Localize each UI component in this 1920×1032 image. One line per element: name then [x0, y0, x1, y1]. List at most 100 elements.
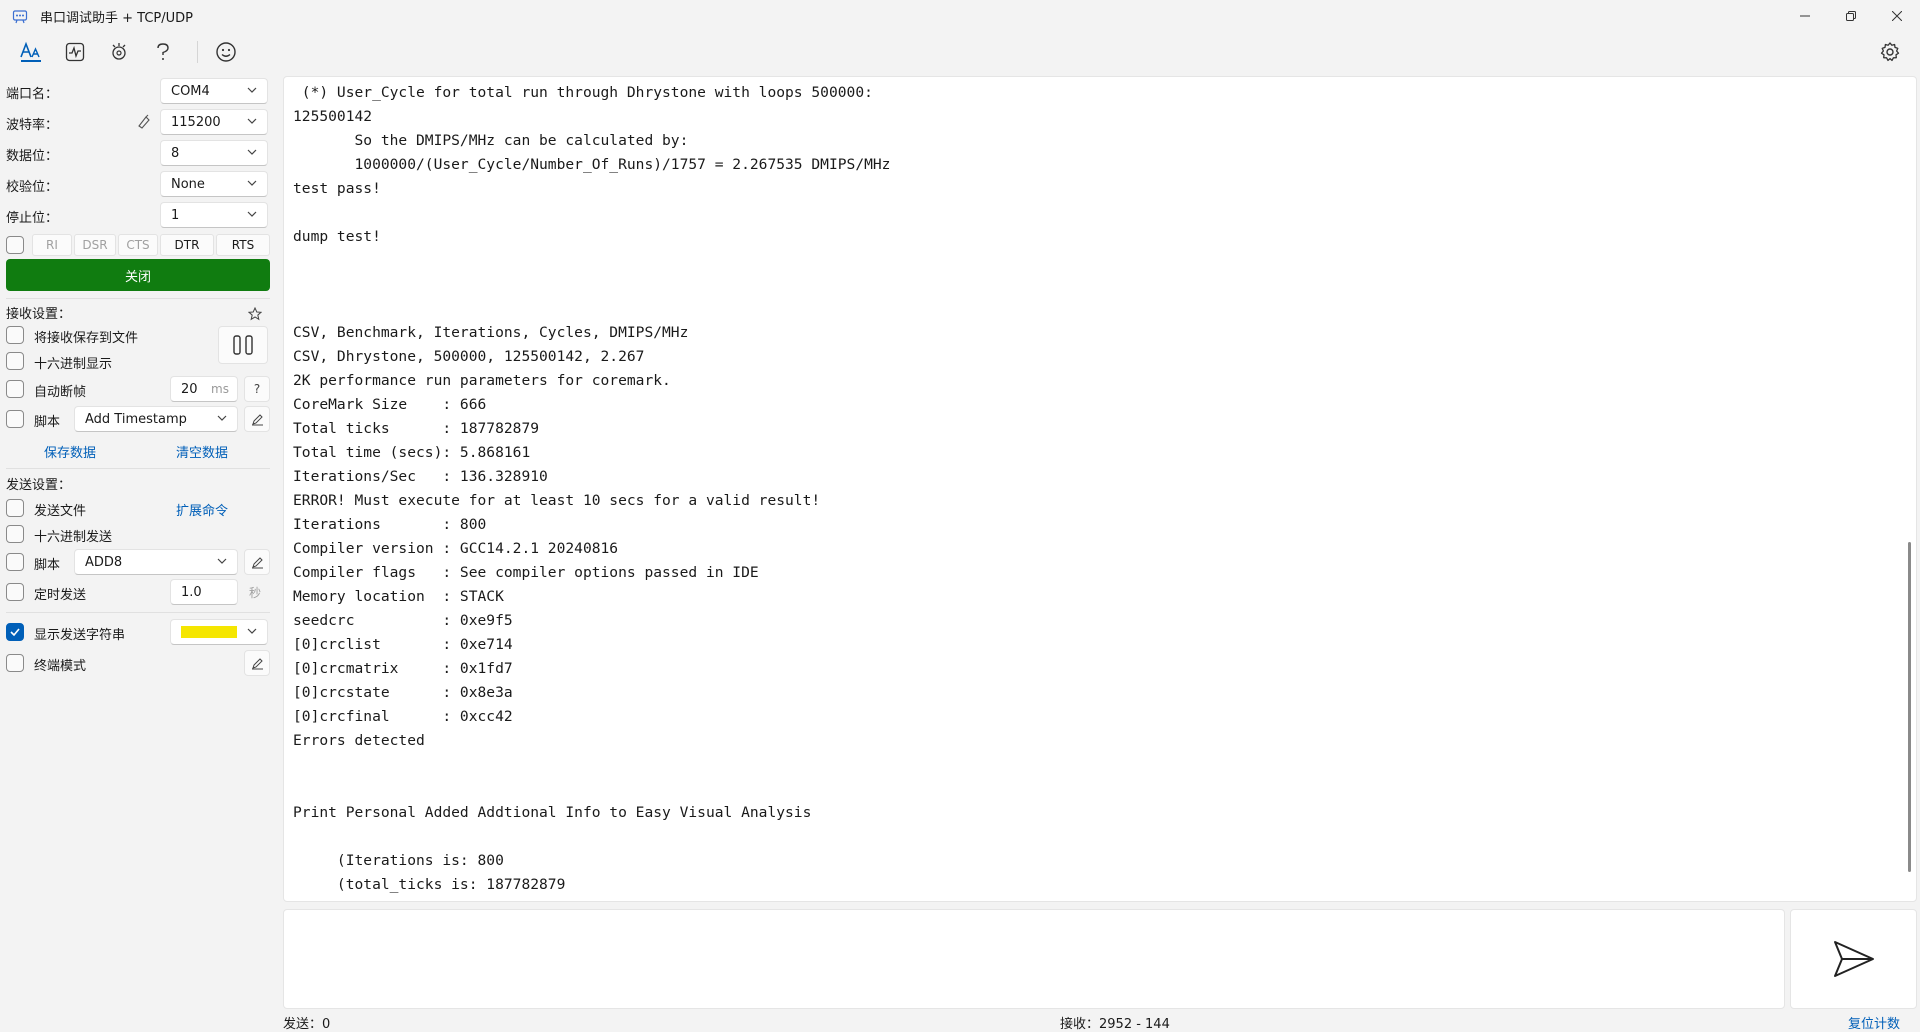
save-to-file-checkbox[interactable]: [6, 326, 24, 344]
sent-count: 发送：0: [283, 1017, 331, 1032]
extended-command-link[interactable]: 扩展命令: [176, 500, 228, 519]
rts-button[interactable]: RTS: [216, 234, 270, 256]
show-send-string-checkbox[interactable]: [6, 623, 24, 641]
plugin-button[interactable]: [99, 34, 139, 70]
hex-send-label: 十六进制发送: [34, 530, 113, 545]
receive-line: [0]crclist : 0xe714: [293, 636, 513, 653]
divider: [6, 298, 270, 299]
port-select[interactable]: COM4: [160, 78, 268, 104]
auto-frame-help-button[interactable]: ?: [244, 376, 270, 402]
edit-send-script-button[interactable]: [244, 549, 270, 575]
app-icon: [12, 10, 28, 24]
terminal-mode-checkbox[interactable]: [6, 654, 24, 672]
edit-receive-script-button[interactable]: [244, 406, 270, 432]
scrollbar[interactable]: [1908, 542, 1911, 872]
receive-area[interactable]: (*) User_Cycle for total run through Dhr…: [283, 76, 1917, 902]
emoji-button[interactable]: [206, 34, 246, 70]
receive-line: Compiler version : GCC14.2.1 20240816: [293, 540, 619, 557]
minimize-icon: [1800, 15, 1810, 17]
signal-cts: CTS: [118, 234, 158, 256]
signal-ri: RI: [32, 234, 72, 256]
pause-button[interactable]: [218, 326, 268, 364]
databits-select[interactable]: 8: [160, 140, 268, 166]
chevron-down-icon: [247, 628, 257, 634]
port-label: 端口名：: [6, 87, 59, 102]
color-swatch: [181, 626, 237, 638]
baud-select[interactable]: 115200: [160, 109, 268, 135]
receive-line: [293, 825, 890, 849]
receive-script-checkbox[interactable]: [6, 410, 24, 428]
restore-button[interactable]: [1828, 0, 1874, 32]
received-count: 接收：2952 - 144: [1060, 1017, 1170, 1032]
edit-icon: [251, 413, 263, 425]
send-script-label: 脚本: [34, 558, 61, 573]
terminal-mode-label: 终端模式: [34, 659, 87, 674]
receive-line: Compiler flags : See compiler options pa…: [293, 564, 759, 581]
send-button[interactable]: [1790, 909, 1917, 1009]
dtr-button[interactable]: DTR: [160, 234, 214, 256]
auto-frame-input[interactable]: 20 ms: [170, 376, 238, 402]
close-window-button[interactable]: [1874, 0, 1920, 32]
timed-send-input[interactable]: 1.0: [170, 579, 238, 605]
parity-select[interactable]: None: [160, 171, 268, 197]
brush-icon[interactable]: [136, 113, 152, 129]
hex-display-checkbox[interactable]: [6, 352, 24, 370]
baud-value: 115200: [171, 114, 221, 130]
waveform-button[interactable]: [55, 34, 95, 70]
receive-script-value: Add Timestamp: [85, 411, 187, 427]
auto-frame-checkbox[interactable]: [6, 380, 24, 398]
divider: [6, 612, 270, 613]
signal-row: RI DSR CTS DTR RTS: [6, 234, 270, 256]
auto-frame-unit: ms: [211, 382, 229, 396]
receive-line: (total_ticks is: 187782879: [293, 876, 566, 893]
edit-terminal-button[interactable]: [244, 650, 270, 676]
receive-line: test pass!: [293, 180, 381, 197]
signal-checkbox[interactable]: [6, 236, 24, 254]
edit-icon: [251, 657, 263, 669]
favorite-button[interactable]: [242, 301, 268, 327]
parity-value: None: [171, 176, 205, 192]
show-send-string-label: 显示发送字符串: [34, 628, 126, 643]
hex-send-checkbox[interactable]: [6, 525, 24, 543]
left-panel: 端口名： COM4 波特率： 115200 数据位： 8 校验位： None 停…: [0, 76, 276, 1032]
parity-label: 校验位：: [6, 180, 59, 195]
highlight-color-select[interactable]: [170, 619, 268, 645]
receive-line: So the DMIPS/MHz can be calculated by:: [293, 132, 689, 149]
receive-line: Iterations : 800: [293, 516, 487, 533]
receive-line: [0]crcmatrix : 0x1fd7: [293, 660, 513, 677]
text-mode-icon: [20, 41, 41, 62]
databits-value: 8: [171, 145, 180, 161]
send-script-select[interactable]: ADD8: [74, 549, 238, 575]
minimize-button[interactable]: [1782, 0, 1828, 32]
help-button[interactable]: [143, 34, 183, 70]
stopbits-select[interactable]: 1: [160, 202, 268, 228]
save-data-link[interactable]: 保存数据: [44, 442, 96, 461]
settings-button[interactable]: [1872, 34, 1908, 70]
restore-icon: [1846, 11, 1856, 21]
receive-line: seedcrc : 0xe9f5: [293, 612, 513, 629]
chevron-down-icon: [247, 87, 257, 93]
receive-line: (*) User_Cycle for total run through Dhr…: [293, 84, 873, 101]
clear-data-link[interactable]: 清空数据: [176, 442, 228, 461]
send-script-checkbox[interactable]: [6, 553, 24, 571]
timed-send-checkbox[interactable]: [6, 583, 24, 601]
close-port-button[interactable]: 关闭: [6, 259, 270, 291]
baud-label: 波特率：: [6, 118, 59, 133]
chevron-down-icon: [217, 415, 227, 421]
toolbar: [0, 32, 1920, 72]
save-to-file-label: 将接收保存到文件: [34, 331, 139, 346]
receive-line: dump test!: [293, 228, 381, 245]
send-file-checkbox[interactable]: [6, 499, 24, 517]
receive-script-select[interactable]: Add Timestamp: [74, 406, 238, 432]
star-icon: [248, 307, 262, 321]
stopbits-value: 1: [171, 207, 180, 223]
reset-count-link[interactable]: 复位计数: [1848, 1013, 1900, 1032]
receive-line: CSV, Benchmark, Iterations, Cycles, DMIP…: [293, 324, 689, 341]
text-mode-button[interactable]: [11, 34, 51, 70]
help-icon: ?: [253, 382, 261, 396]
close-icon: [1892, 11, 1902, 21]
receive-line: Memory location : STACK: [293, 588, 504, 605]
send-input[interactable]: [283, 909, 1785, 1009]
receive-line: [293, 201, 890, 225]
receive-line: (Iterations is: 800: [293, 852, 504, 869]
